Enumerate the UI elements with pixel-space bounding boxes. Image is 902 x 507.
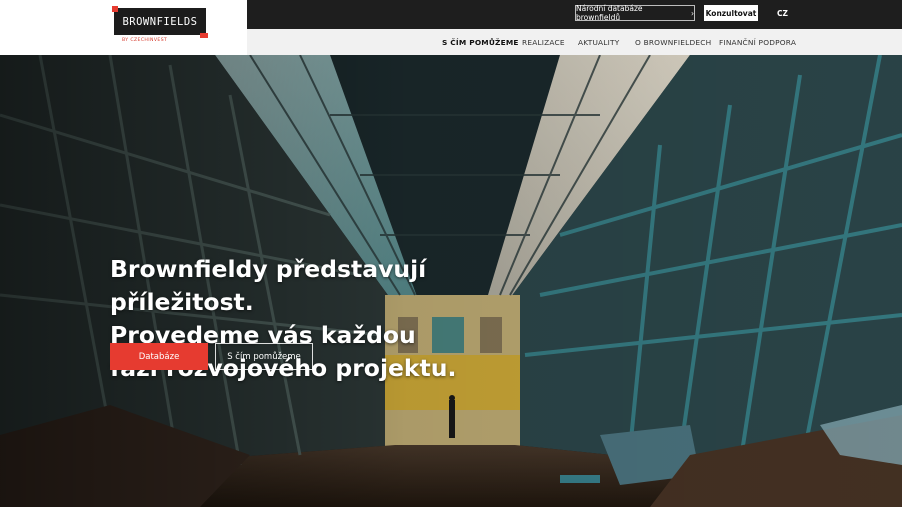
logo-accent-top-left (112, 6, 118, 12)
nav-item-s-cim-pomuzeme[interactable]: S ČÍM POMŮŽEME (442, 29, 519, 55)
logo-panel: BROWNFIELDS BY CZECHINVEST (0, 0, 247, 55)
logo-text: BROWNFIELDS (122, 15, 198, 28)
nav-item-aktuality[interactable]: AKTUALITY (578, 29, 619, 55)
brownfields-logo[interactable]: BROWNFIELDS (112, 6, 208, 38)
national-database-label: Národní databáze brownfieldů (576, 4, 643, 22)
nav-item-o-brownfieldech[interactable]: O BROWNFIELDECH (635, 29, 711, 55)
logo-accent-bottom-right (200, 33, 208, 38)
how-we-help-button[interactable]: S čím pomůžeme (215, 343, 313, 370)
top-bar: Národní databáze brownfieldů › Konzultov… (247, 0, 902, 29)
hero-title-line: Brownfieldy představují (110, 255, 427, 283)
nav-item-financni-podpora[interactable]: FINANČNÍ PODPORA (719, 29, 796, 55)
language-switch[interactable]: CZ (777, 5, 788, 21)
consult-button[interactable]: Konzultovat (704, 5, 758, 21)
nav-item-realizace[interactable]: REALIZACE (522, 29, 565, 55)
logo-subtitle: BY CZECHINVEST (122, 38, 168, 43)
chevron-right-icon: › (691, 8, 694, 18)
main-nav: S ČÍM POMŮŽEME REALIZACE AKTUALITY O BRO… (247, 29, 902, 55)
hero-section: Brownfieldy představují příležitost. Pro… (0, 55, 902, 507)
database-button[interactable]: Databáze (110, 343, 208, 370)
national-database-link[interactable]: Národní databáze brownfieldů › (575, 4, 695, 22)
hero-title-line: příležitost. (110, 288, 254, 316)
